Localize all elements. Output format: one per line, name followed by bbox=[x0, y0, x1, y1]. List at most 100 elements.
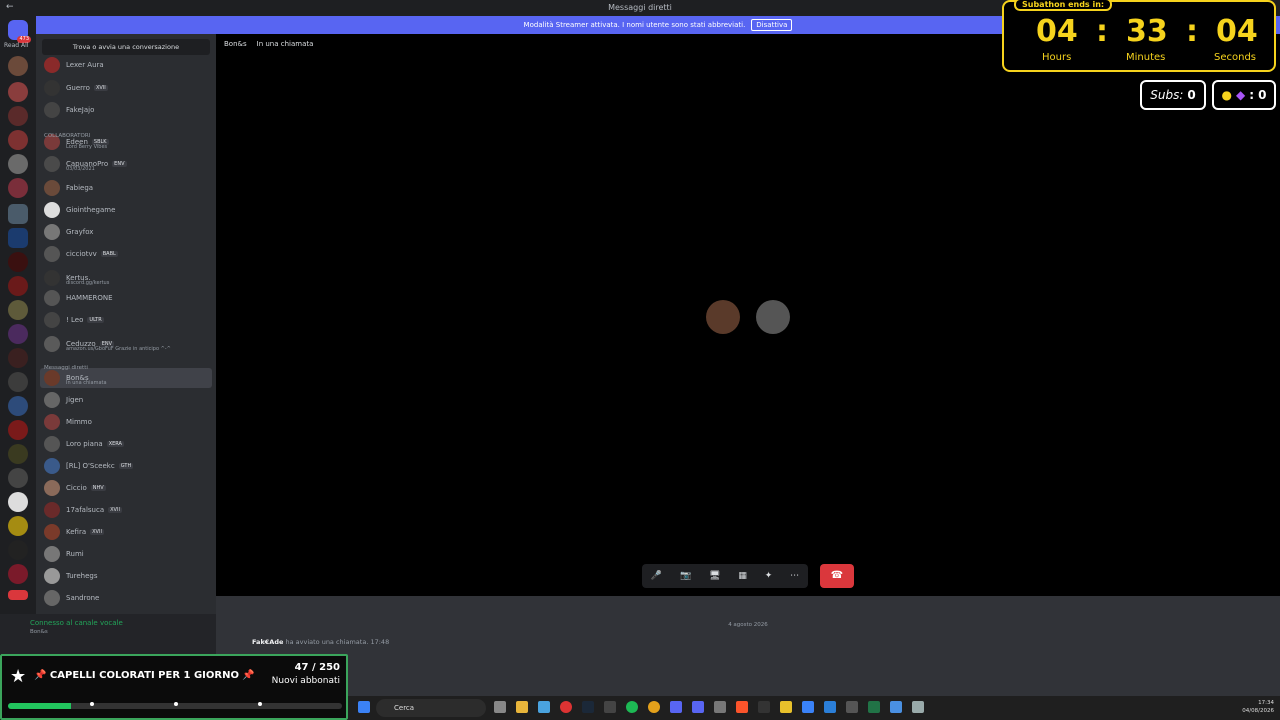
app-icon[interactable] bbox=[604, 701, 616, 713]
server-icon[interactable] bbox=[8, 444, 28, 464]
spotify-icon[interactable] bbox=[626, 701, 638, 713]
server-icon[interactable] bbox=[8, 276, 28, 296]
dm-list-item[interactable]: Turehegs bbox=[40, 566, 212, 586]
app-icon[interactable] bbox=[912, 701, 924, 713]
dm-list-item[interactable]: Kertus. discord.gg/kertus bbox=[40, 268, 212, 288]
dm-status-text: 03/03/2021 bbox=[66, 166, 95, 172]
app-icon[interactable] bbox=[780, 701, 792, 713]
server-icon[interactable] bbox=[8, 564, 28, 584]
server-icon[interactable] bbox=[8, 154, 28, 174]
disable-streamer-mode-button[interactable]: Disattiva bbox=[751, 19, 793, 31]
microphone-icon[interactable]: 🎤 bbox=[651, 571, 662, 581]
sub-goal-widget: ★ 📌 CAPELLI COLORATI PER 1 GIORNO 📌 47 /… bbox=[0, 654, 348, 720]
dm-list-item[interactable]: ! Leo ULTR bbox=[40, 310, 212, 330]
timer-sep: : bbox=[1096, 14, 1108, 49]
dm-list-item[interactable]: Lexer Aura bbox=[40, 55, 212, 75]
vscode-icon[interactable] bbox=[824, 701, 836, 713]
server-icon[interactable] bbox=[8, 130, 28, 150]
dm-list-item[interactable]: CapuanoPro ENV 03/03/2021 bbox=[40, 154, 212, 174]
clock-date: 04/08/2026 bbox=[1242, 708, 1274, 714]
dm-list-item[interactable]: 17afalsuca XVII bbox=[40, 500, 212, 520]
activities-icon[interactable]: ▦ bbox=[738, 571, 747, 581]
store-icon[interactable] bbox=[538, 701, 550, 713]
dm-name: Sandrone bbox=[66, 594, 100, 602]
server-icon[interactable] bbox=[8, 56, 28, 76]
dm-list-item[interactable]: Mimmo bbox=[40, 412, 212, 432]
dm-name: HAMMERONE bbox=[66, 294, 113, 302]
read-all-button[interactable]: Read All bbox=[4, 42, 28, 49]
chrome-icon[interactable] bbox=[648, 701, 660, 713]
home-button[interactable]: 473 bbox=[8, 20, 31, 43]
server-icon[interactable] bbox=[8, 540, 28, 560]
discord-icon[interactable] bbox=[692, 701, 704, 713]
dm-list-item[interactable]: Sandrone bbox=[40, 588, 212, 608]
dm-list-item[interactable]: Guerro XVII bbox=[40, 78, 212, 98]
taskbar-search[interactable]: Cerca bbox=[376, 699, 486, 717]
server-icon[interactable] bbox=[8, 106, 28, 126]
taskbar: Cerca 17:34 04/08/2026 bbox=[348, 696, 1280, 720]
dm-list-item[interactable]: Fabiega bbox=[40, 178, 212, 198]
dm-list-item[interactable]: Jigen bbox=[40, 390, 212, 410]
server-icon[interactable] bbox=[8, 348, 28, 368]
app-icon[interactable] bbox=[890, 701, 902, 713]
participant-avatar[interactable] bbox=[706, 300, 740, 334]
steam-icon[interactable] bbox=[582, 701, 594, 713]
avatar bbox=[44, 524, 60, 540]
file-explorer-icon[interactable] bbox=[516, 701, 528, 713]
screen-share-icon[interactable]: 🖥 bbox=[709, 571, 720, 581]
dm-list-item[interactable]: Loro piana XERA bbox=[40, 434, 212, 454]
message-input-bar[interactable] bbox=[216, 660, 1280, 696]
server-icon[interactable] bbox=[8, 396, 28, 416]
server-icon[interactable] bbox=[8, 468, 28, 488]
find-conversation-button[interactable]: Trova o avvia una conversazione bbox=[42, 39, 210, 55]
server-icon[interactable] bbox=[8, 252, 28, 272]
avatar bbox=[44, 370, 60, 386]
more-options-icon[interactable]: ⋯ bbox=[790, 571, 799, 581]
server-icon[interactable] bbox=[8, 300, 28, 320]
system-clock[interactable]: 17:34 04/08/2026 bbox=[1242, 699, 1274, 715]
avatar bbox=[44, 502, 60, 518]
server-icon[interactable] bbox=[8, 492, 28, 512]
dm-list-item[interactable]: cicciotvv BABL bbox=[40, 244, 212, 264]
soundboard-icon[interactable]: ✦ bbox=[765, 571, 773, 581]
server-icon[interactable] bbox=[8, 178, 28, 198]
dm-name: [RL] O'Sceekc bbox=[66, 462, 115, 470]
dm-name: Rumi bbox=[66, 550, 84, 558]
dm-list-item[interactable]: FakeJajo bbox=[40, 100, 212, 120]
dm-list-item[interactable]: Rumi bbox=[40, 544, 212, 564]
app-icon[interactable] bbox=[758, 701, 770, 713]
discord-icon[interactable] bbox=[670, 701, 682, 713]
voice-user: Bon&s bbox=[30, 629, 48, 635]
dm-list-item[interactable]: Grayfox bbox=[40, 222, 212, 242]
new-badge[interactable] bbox=[8, 590, 28, 600]
hang-up-button[interactable]: ☎ bbox=[820, 564, 854, 588]
server-icon[interactable] bbox=[8, 82, 28, 102]
task-view-icon[interactable] bbox=[494, 701, 506, 713]
dm-list-item[interactable]: Ceduzzo ENV amazon.us/GboFuF Grazie in ant… bbox=[40, 334, 212, 354]
brave-icon[interactable] bbox=[736, 701, 748, 713]
guild-tag: BABL bbox=[100, 251, 118, 257]
camera-icon[interactable]: 📷 bbox=[680, 571, 691, 581]
start-icon[interactable] bbox=[358, 701, 370, 713]
excel-icon[interactable] bbox=[868, 701, 880, 713]
dm-list-item[interactable]: Bon&s In una chiamata bbox=[40, 368, 212, 388]
message-author[interactable]: Fak€Ade bbox=[252, 638, 283, 646]
server-icon[interactable] bbox=[8, 420, 28, 440]
app-icon[interactable] bbox=[560, 701, 572, 713]
server-icon[interactable] bbox=[8, 372, 28, 392]
dm-list-item[interactable]: Kefira XVII bbox=[40, 522, 212, 542]
dm-list-item[interactable]: Ciccio NHV bbox=[40, 478, 212, 498]
server-icon[interactable] bbox=[8, 204, 28, 224]
guild-tag: XVII bbox=[90, 529, 104, 535]
app-icon[interactable] bbox=[802, 701, 814, 713]
server-icon[interactable] bbox=[8, 324, 28, 344]
settings-icon[interactable] bbox=[714, 701, 726, 713]
app-icon[interactable] bbox=[846, 701, 858, 713]
participant-avatar[interactable] bbox=[756, 300, 790, 334]
dm-list-item[interactable]: [RL] O'Sceekc GTH bbox=[40, 456, 212, 476]
server-icon[interactable] bbox=[8, 228, 28, 248]
dm-list-item[interactable]: Giointhegame bbox=[40, 200, 212, 220]
server-icon[interactable] bbox=[8, 516, 28, 536]
dm-list-item[interactable]: HAMMERONE bbox=[40, 288, 212, 308]
call-user-name[interactable]: Bon&s bbox=[224, 40, 247, 48]
